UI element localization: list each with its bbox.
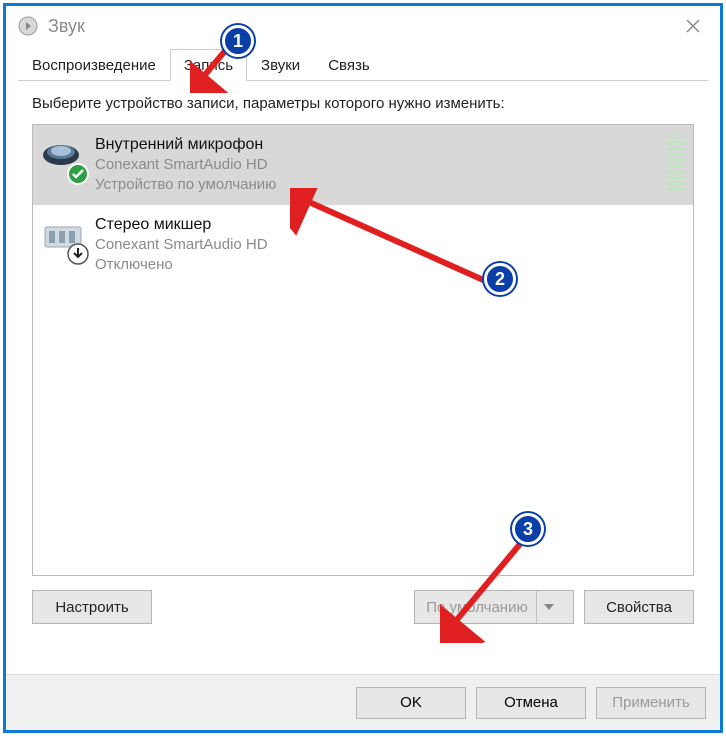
device-name: Стерео микшер (95, 215, 685, 235)
apply-button[interactable]: Применить (596, 687, 706, 719)
device-driver: Conexant SmartAudio HD (95, 155, 661, 175)
sound-icon (18, 16, 38, 36)
close-button[interactable] (670, 11, 716, 41)
button-label: Отмена (504, 694, 558, 711)
device-status: Отключено (95, 255, 685, 275)
tab-communications[interactable]: Связь (314, 49, 383, 81)
device-row[interactable]: Стерео микшер Conexant SmartAudio HD Отк… (33, 205, 693, 285)
set-default-button[interactable]: По умолчанию (414, 590, 574, 624)
button-label: Свойства (606, 599, 672, 616)
device-text: Внутренний микрофон Conexant SmartAudio … (95, 135, 661, 195)
dialog-button-bar: OK Отмена Применить (6, 674, 720, 730)
tab-sounds[interactable]: Звуки (247, 49, 314, 81)
badge-label: 2 (495, 269, 505, 290)
annotation-badge-3: 3 (512, 513, 544, 545)
device-name: Внутренний микрофон (95, 135, 661, 155)
bottom-button-row: Настроить По умолчанию Свойства (18, 576, 708, 634)
button-label: OK (400, 694, 422, 711)
device-row[interactable]: Внутренний микрофон Conexant SmartAudio … (33, 125, 693, 205)
microphone-icon (39, 135, 87, 183)
tabstrip: Воспроизведение Запись Звуки Связь (18, 48, 708, 81)
window-title: Звук (48, 16, 670, 37)
device-list: Внутренний микрофон Conexant SmartAudio … (32, 124, 694, 576)
properties-button[interactable]: Свойства (584, 590, 694, 624)
sound-dialog: Звук Воспроизведение Запись Звуки Связь … (6, 6, 720, 730)
tab-playback[interactable]: Воспроизведение (18, 49, 170, 81)
device-driver: Conexant SmartAudio HD (95, 235, 685, 255)
device-status: Устройство по умолчанию (95, 175, 661, 195)
annotation-badge-1: 1 (222, 25, 254, 57)
chevron-down-icon[interactable] (536, 591, 562, 623)
button-label: Настроить (55, 599, 128, 616)
level-meter (667, 135, 685, 191)
mixer-icon (39, 215, 87, 263)
badge-label: 1 (233, 31, 243, 52)
titlebar: Звук (6, 6, 720, 46)
ok-button[interactable]: OK (356, 687, 466, 719)
badge-label: 3 (523, 519, 533, 540)
cancel-button[interactable]: Отмена (476, 687, 586, 719)
annotation-badge-2: 2 (484, 263, 516, 295)
configure-button[interactable]: Настроить (32, 590, 152, 624)
device-text: Стерео микшер Conexant SmartAudio HD Отк… (95, 215, 685, 275)
button-label: По умолчанию (426, 599, 527, 616)
instruction-text: Выберите устройство записи, параметры ко… (18, 81, 708, 124)
button-label: Применить (612, 694, 690, 711)
